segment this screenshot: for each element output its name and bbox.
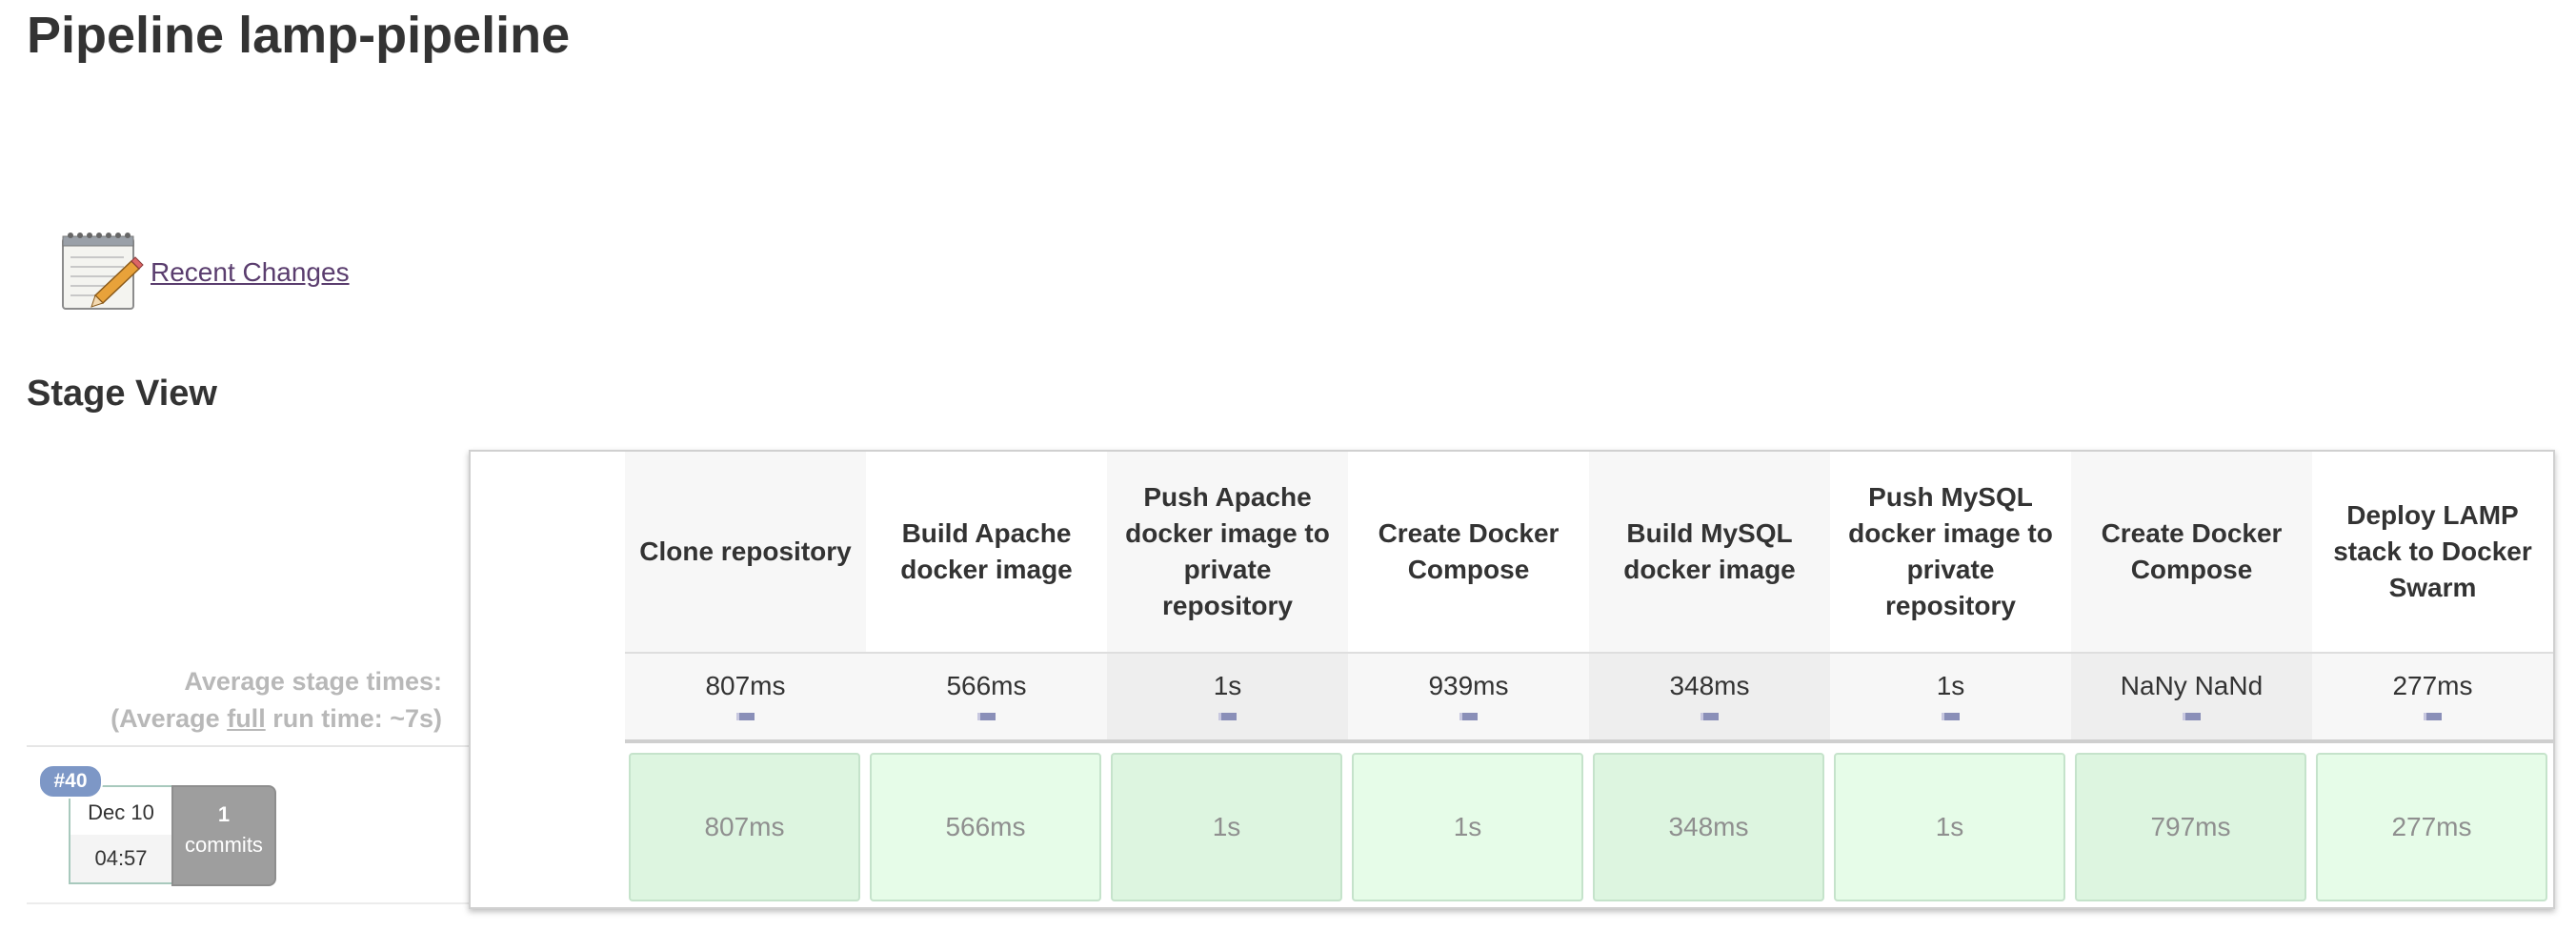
stage-header: Create Docker Compose bbox=[2071, 452, 2312, 652]
commit-label: commits bbox=[185, 833, 263, 857]
stage-column: Clone repository 807ms 807ms bbox=[625, 452, 866, 907]
stage-run-cell[interactable]: 1s bbox=[1834, 753, 2065, 901]
full-run-link[interactable]: full bbox=[227, 704, 266, 733]
stage-average-time: 939ms bbox=[1428, 671, 1509, 700]
build-number-badge[interactable]: #40 bbox=[38, 764, 103, 799]
notepad-icon bbox=[62, 233, 144, 310]
stage-average-time: 1s bbox=[1213, 671, 1242, 700]
average-stage-times-text: Average stage times: bbox=[184, 667, 442, 696]
stage-column: Create Docker Compose NaNy NaNd 797ms bbox=[2071, 452, 2312, 907]
stage-column: Build MySQL docker image 348ms 348ms bbox=[1589, 452, 1830, 907]
stage-header: Deploy LAMP stack to Docker Swarm bbox=[2312, 452, 2553, 652]
stage-column: Push MySQL docker image to private repos… bbox=[1830, 452, 2071, 907]
stage-average: 348ms bbox=[1589, 652, 1830, 743]
stage-column: Build Apache docker image 566ms 566ms bbox=[866, 452, 1107, 907]
stage-run-cell[interactable]: 277ms bbox=[2316, 753, 2547, 901]
stage-average: 939ms bbox=[1348, 652, 1589, 743]
stage-average: 1s bbox=[1830, 652, 2071, 743]
stage-average: 1s bbox=[1107, 652, 1348, 743]
stage-average-bar bbox=[1218, 713, 1237, 720]
stage-column: Push Apache docker image to private repo… bbox=[1107, 452, 1348, 907]
stage-view-title: Stage View bbox=[27, 374, 217, 414]
stage-average-time: 277ms bbox=[2392, 671, 2473, 700]
commits-button[interactable]: 1 commits bbox=[171, 785, 276, 886]
average-full-run-time: (Average full run time: ~7s) bbox=[111, 704, 442, 733]
stage-average-bar bbox=[1459, 713, 1478, 720]
stage-average: 277ms bbox=[2312, 652, 2553, 743]
stage-run-cell[interactable]: 348ms bbox=[1593, 753, 1824, 901]
stage-view-table: Clone repository 807ms 807ms Build Apach… bbox=[469, 450, 2555, 909]
stage-average: 566ms bbox=[866, 652, 1107, 743]
stage-header: Push Apache docker image to private repo… bbox=[1107, 452, 1348, 652]
stage-header: Clone repository bbox=[625, 452, 866, 652]
stage-run-cell[interactable]: 797ms bbox=[2075, 753, 2306, 901]
stage-header: Push MySQL docker image to private repos… bbox=[1830, 452, 2071, 652]
average-stage-times-label: Average stage times: (Average full run t… bbox=[111, 663, 442, 738]
stage-run-cell[interactable]: 807ms bbox=[629, 753, 860, 901]
stage-average-bar bbox=[2424, 713, 2442, 720]
stage-average: NaNy NaNd bbox=[2071, 652, 2312, 743]
stage-average-time: 566ms bbox=[946, 671, 1027, 700]
stage-header: Build MySQL docker image bbox=[1589, 452, 1830, 652]
stage-run-cell[interactable]: 566ms bbox=[870, 753, 1101, 901]
recent-changes-link[interactable]: Recent Changes bbox=[151, 257, 350, 288]
stage-run-cell[interactable]: 1s bbox=[1352, 753, 1583, 901]
commit-count: 1 bbox=[217, 802, 231, 826]
page-title: Pipeline lamp-pipeline bbox=[27, 7, 571, 64]
build-date-time: 04:57 bbox=[70, 835, 171, 882]
stage-average: 807ms bbox=[625, 652, 866, 743]
stage-average-time: 807ms bbox=[705, 671, 786, 700]
stage-average-bar bbox=[1942, 713, 1960, 720]
stage-header: Build Apache docker image bbox=[866, 452, 1107, 652]
stage-average-bar bbox=[2183, 713, 2201, 720]
stage-run-cell[interactable]: 1s bbox=[1111, 753, 1342, 901]
stage-average-time: NaNy NaNd bbox=[2120, 671, 2264, 700]
stage-average-bar bbox=[977, 713, 996, 720]
stage-average-bar bbox=[1701, 713, 1719, 720]
stage-average-time: 348ms bbox=[1669, 671, 1750, 700]
stage-average-time: 1s bbox=[1936, 671, 1965, 700]
stage-average-bar bbox=[736, 713, 755, 720]
stage-column: Create Docker Compose 939ms 1s bbox=[1348, 452, 1589, 907]
stage-header: Create Docker Compose bbox=[1348, 452, 1589, 652]
build-date: Dec 10 04:57 bbox=[69, 785, 173, 884]
stage-column: Deploy LAMP stack to Docker Swarm 277ms … bbox=[2312, 452, 2553, 907]
